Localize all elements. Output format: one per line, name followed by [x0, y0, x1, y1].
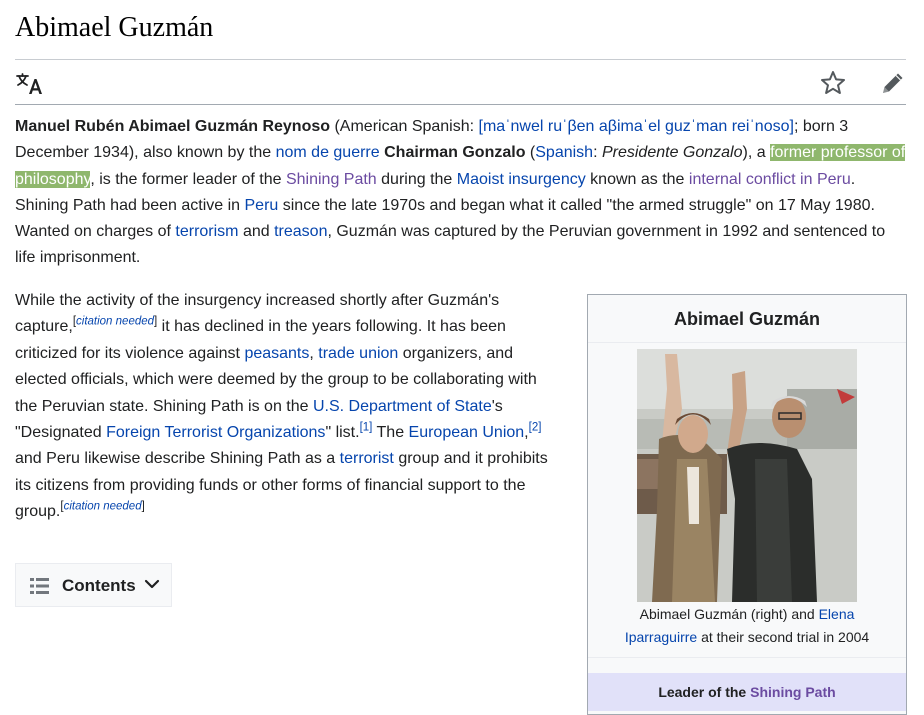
reference-1-link[interactable]: [1] — [360, 422, 373, 434]
lead-text: : — [593, 144, 602, 162]
peasants-link[interactable]: peasants — [244, 345, 309, 362]
citation-needed-note[interactable]: [citation needed] — [60, 501, 144, 513]
bracket: ] — [141, 500, 145, 513]
star-icon[interactable] — [819, 69, 847, 97]
infobox-divider — [588, 657, 906, 658]
body-text: , — [309, 344, 319, 362]
pencil-icon[interactable] — [880, 70, 906, 96]
lead-text: , is the former leader of the — [90, 170, 286, 188]
infobox-photo[interactable] — [637, 349, 857, 602]
fto-link[interactable]: Foreign Terrorist Organizations — [106, 424, 325, 441]
infobox-divider — [588, 342, 906, 343]
trade-union-link[interactable]: trade union — [318, 345, 398, 362]
section-header-text: Leader of the — [658, 684, 751, 700]
chevron-down-icon — [144, 579, 160, 589]
page-title: Abimael Guzmán — [15, 12, 214, 43]
lead-text: (American Spanish: — [330, 118, 479, 135]
reference-2-link[interactable]: [2] — [529, 422, 542, 434]
toolbar-divider — [15, 104, 906, 105]
caption-text: Abimael Guzmán (right) and — [639, 606, 819, 622]
title-divider — [15, 59, 906, 60]
contents-label: Contents — [62, 576, 136, 595]
list-icon — [30, 578, 49, 594]
contents-toggle-button[interactable]: Contents — [15, 563, 172, 607]
lead-text: ), a — [742, 144, 771, 162]
infobox-section-header: Leader of the Shining Path — [588, 673, 906, 711]
peru-link[interactable]: Peru — [245, 197, 279, 214]
nom-de-guerre-link[interactable]: nom de guerre — [276, 144, 380, 161]
spanish-link[interactable]: Spanish — [535, 144, 593, 161]
internal-conflict-link[interactable]: internal conflict in Peru — [689, 171, 851, 188]
shining-path-header-link[interactable]: Shining Path — [750, 684, 836, 700]
ipa-link[interactable]: [maˈnwel ruˈβen aβimaˈel guzˈman reiˈnos… — [479, 118, 794, 135]
alias-spanish: Presidente Gonzalo — [601, 144, 743, 162]
body-text: The — [372, 424, 409, 442]
terrorism-link[interactable]: terrorism — [175, 223, 238, 240]
lead-text: during the — [376, 170, 457, 188]
infobox-caption: Abimael Guzmán (right) and Elena Iparrag… — [602, 603, 892, 649]
infobox: Abimael Guzmán Abimael Guzmán (right) an… — [587, 294, 907, 715]
citation-needed-note[interactable]: [citation needed] — [73, 316, 157, 328]
citation-needed-link[interactable]: citation needed — [64, 501, 142, 513]
citation-needed-link[interactable]: citation needed — [76, 316, 154, 328]
body-text: and Peru likewise describe Shining Path … — [15, 450, 340, 468]
lead-text: ( — [525, 144, 536, 162]
us-state-department-link[interactable]: U.S. Department of State — [313, 398, 492, 415]
european-union-link[interactable]: European Union — [409, 424, 525, 441]
caption-text: at their second trial in 2004 — [697, 629, 870, 645]
translate-icon[interactable] — [15, 72, 43, 96]
infobox-title: Abimael Guzmán — [673, 309, 821, 329]
terrorist-link[interactable]: terrorist — [340, 450, 394, 467]
shining-path-link[interactable]: Shining Path — [286, 171, 377, 188]
body-paragraph: While the activity of the insurgency inc… — [15, 288, 555, 526]
lead-text: and — [238, 223, 275, 241]
body-text: " list. — [325, 424, 360, 442]
lead-text: known as the — [585, 170, 689, 188]
maoist-insurgency-link[interactable]: Maoist insurgency — [457, 171, 586, 188]
lead-paragraph: Manuel Rubén Abimael Guzmán Reynoso (Ame… — [15, 114, 907, 272]
alias-name: Chairman Gonzalo — [384, 144, 526, 162]
treason-link[interactable]: treason — [274, 223, 327, 240]
subject-name: Manuel Rubén Abimael Guzmán Reynoso — [15, 118, 331, 135]
